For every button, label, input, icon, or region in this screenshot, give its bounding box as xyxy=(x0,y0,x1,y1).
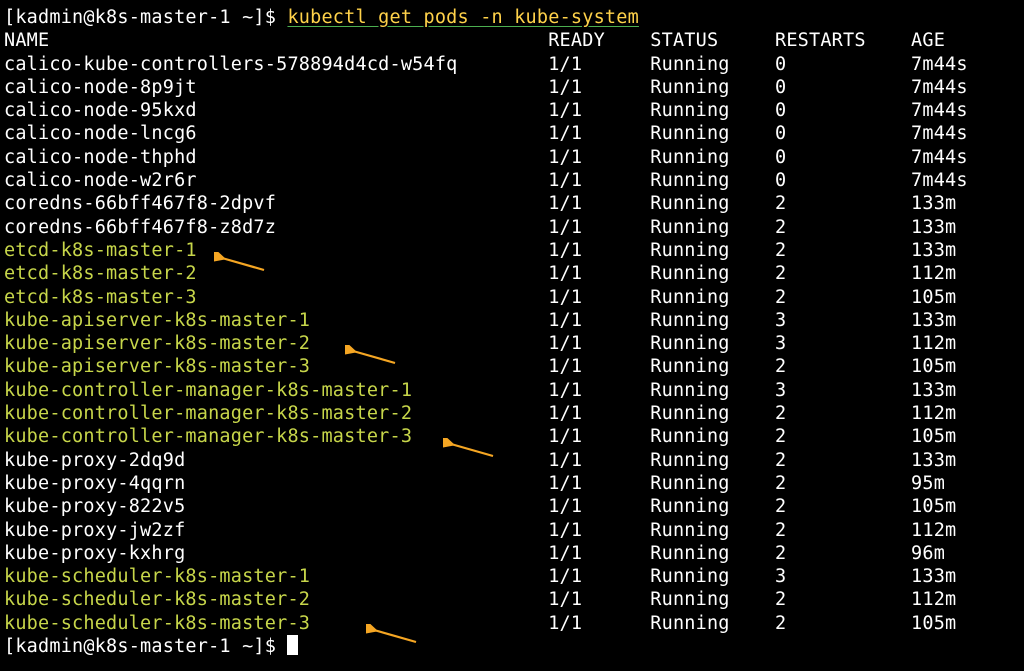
table-row: kube-proxy-jw2zf 1/1 Running 2 112m xyxy=(4,519,1022,542)
table-row: kube-controller-manager-k8s-master-1 1/1… xyxy=(4,379,1022,402)
pod-name: kube-apiserver-k8s-master-1 xyxy=(4,310,310,331)
pod-name: kube-controller-manager-k8s-master-3 xyxy=(4,426,412,447)
table-row: kube-proxy-4qqrn 1/1 Running 2 95m xyxy=(4,472,1022,495)
table-row: kube-scheduler-k8s-master-2 1/1 Running … xyxy=(4,588,1022,611)
table-body: calico-kube-controllers-578894d4cd-w54fq… xyxy=(4,53,1022,635)
shell-prompt: [kadmin@k8s-master-1 ~]$ xyxy=(4,7,287,28)
table-row: kube-proxy-2dq9d 1/1 Running 2 133m xyxy=(4,449,1022,472)
table-row: coredns-66bff467f8-z8d7z 1/1 Running 2 1… xyxy=(4,216,1022,239)
table-row: kube-apiserver-k8s-master-2 1/1 Running … xyxy=(4,332,1022,355)
table-row: kube-scheduler-k8s-master-1 1/1 Running … xyxy=(4,565,1022,588)
table-row: kube-proxy-822v5 1/1 Running 2 105m xyxy=(4,495,1022,518)
table-row: calico-node-w2r6r 1/1 Running 0 7m44s xyxy=(4,169,1022,192)
table-row: kube-apiserver-k8s-master-1 1/1 Running … xyxy=(4,309,1022,332)
shell-prompt-2: [kadmin@k8s-master-1 ~]$ xyxy=(4,636,287,657)
table-row: calico-node-lncg6 1/1 Running 0 7m44s xyxy=(4,122,1022,145)
command-text: kubectl get pods -n kube-system xyxy=(287,7,638,28)
prompt-line-1: [kadmin@k8s-master-1 ~]$ kubectl get pod… xyxy=(4,6,1022,29)
table-row: kube-proxy-kxhrg 1/1 Running 2 96m xyxy=(4,542,1022,565)
table-row: calico-node-thphd 1/1 Running 0 7m44s xyxy=(4,146,1022,169)
cursor xyxy=(287,635,298,655)
pod-name: kube-scheduler-k8s-master-2 xyxy=(4,589,310,610)
pod-name: kube-scheduler-k8s-master-1 xyxy=(4,566,310,587)
table-row: etcd-k8s-master-1 1/1 Running 2 133m xyxy=(4,239,1022,262)
pod-name: kube-scheduler-k8s-master-3 xyxy=(4,613,310,634)
pod-name: etcd-k8s-master-1 xyxy=(4,240,197,261)
table-header: NAME READY STATUS RESTARTS AGE xyxy=(4,29,1022,52)
pod-name: etcd-k8s-master-3 xyxy=(4,287,197,308)
table-row: etcd-k8s-master-2 1/1 Running 2 112m xyxy=(4,262,1022,285)
prompt-line-2: [kadmin@k8s-master-1 ~]$ xyxy=(4,635,1022,658)
pod-name: kube-apiserver-k8s-master-3 xyxy=(4,356,310,377)
terminal[interactable]: [kadmin@k8s-master-1 ~]$ kubectl get pod… xyxy=(0,0,1024,660)
table-row: calico-node-95kxd 1/1 Running 0 7m44s xyxy=(4,99,1022,122)
table-row: calico-kube-controllers-578894d4cd-w54fq… xyxy=(4,53,1022,76)
table-row: kube-controller-manager-k8s-master-2 1/1… xyxy=(4,402,1022,425)
pod-name: kube-controller-manager-k8s-master-1 xyxy=(4,380,412,401)
table-row: kube-controller-manager-k8s-master-3 1/1… xyxy=(4,425,1022,448)
table-row: kube-apiserver-k8s-master-3 1/1 Running … xyxy=(4,355,1022,378)
table-row: coredns-66bff467f8-2dpvf 1/1 Running 2 1… xyxy=(4,192,1022,215)
pod-name: kube-apiserver-k8s-master-2 xyxy=(4,333,310,354)
pod-name: etcd-k8s-master-2 xyxy=(4,263,197,284)
table-row: calico-node-8p9jt 1/1 Running 0 7m44s xyxy=(4,76,1022,99)
table-row: etcd-k8s-master-3 1/1 Running 2 105m xyxy=(4,286,1022,309)
pod-name: kube-controller-manager-k8s-master-2 xyxy=(4,403,412,424)
table-row: kube-scheduler-k8s-master-3 1/1 Running … xyxy=(4,612,1022,635)
